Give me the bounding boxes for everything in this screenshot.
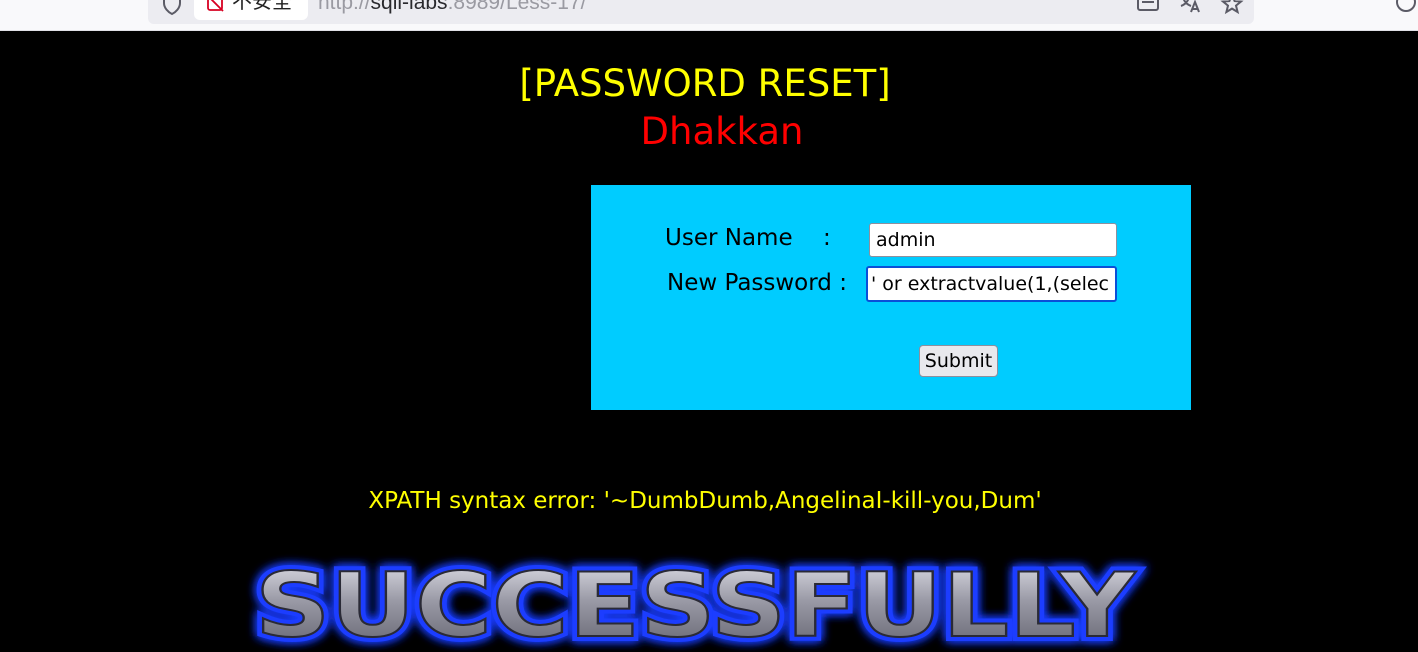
submit-button[interactable]: Submit bbox=[919, 345, 998, 377]
translate-icon[interactable] bbox=[1178, 0, 1202, 16]
username-input[interactable] bbox=[869, 223, 1117, 257]
url-path: :8989/Less-17/ bbox=[447, 0, 587, 14]
successfully-banner: SUCCESSFULLY SUCCESSFULLY bbox=[250, 549, 1142, 652]
security-label: 不安全 bbox=[232, 0, 292, 13]
address-bar[interactable] bbox=[148, 0, 1254, 24]
bookmark-star-icon[interactable] bbox=[1220, 0, 1244, 16]
page-title: [PASSWORD RESET] bbox=[519, 62, 891, 105]
username-colon: : bbox=[823, 225, 831, 251]
xpath-error-message: XPATH syntax error: '~DumbDumb,AngelinaI… bbox=[368, 488, 1042, 514]
url-text[interactable]: http://sqli-labs:8989/Less-17/ bbox=[318, 0, 587, 15]
reader-view-icon[interactable] bbox=[1136, 0, 1160, 16]
security-badge[interactable]: 不安全 bbox=[194, 0, 308, 20]
new-password-label: New Password : bbox=[667, 270, 847, 296]
username-label: User Name bbox=[665, 225, 793, 251]
insecure-lock-icon bbox=[207, 0, 224, 12]
url-host: sqli-labs bbox=[370, 0, 448, 14]
browser-toolbar: 不安全 http://sqli-labs:8989/Less-17/ bbox=[0, 0, 1418, 31]
banner-text: SUCCESSFULLY bbox=[255, 554, 1137, 652]
profile-icon[interactable] bbox=[1394, 0, 1418, 14]
url-prefix: http:// bbox=[318, 0, 371, 14]
new-password-input[interactable] bbox=[866, 266, 1117, 302]
shield-icon[interactable] bbox=[160, 0, 184, 16]
page-subtitle: Dhakkan bbox=[640, 110, 804, 153]
